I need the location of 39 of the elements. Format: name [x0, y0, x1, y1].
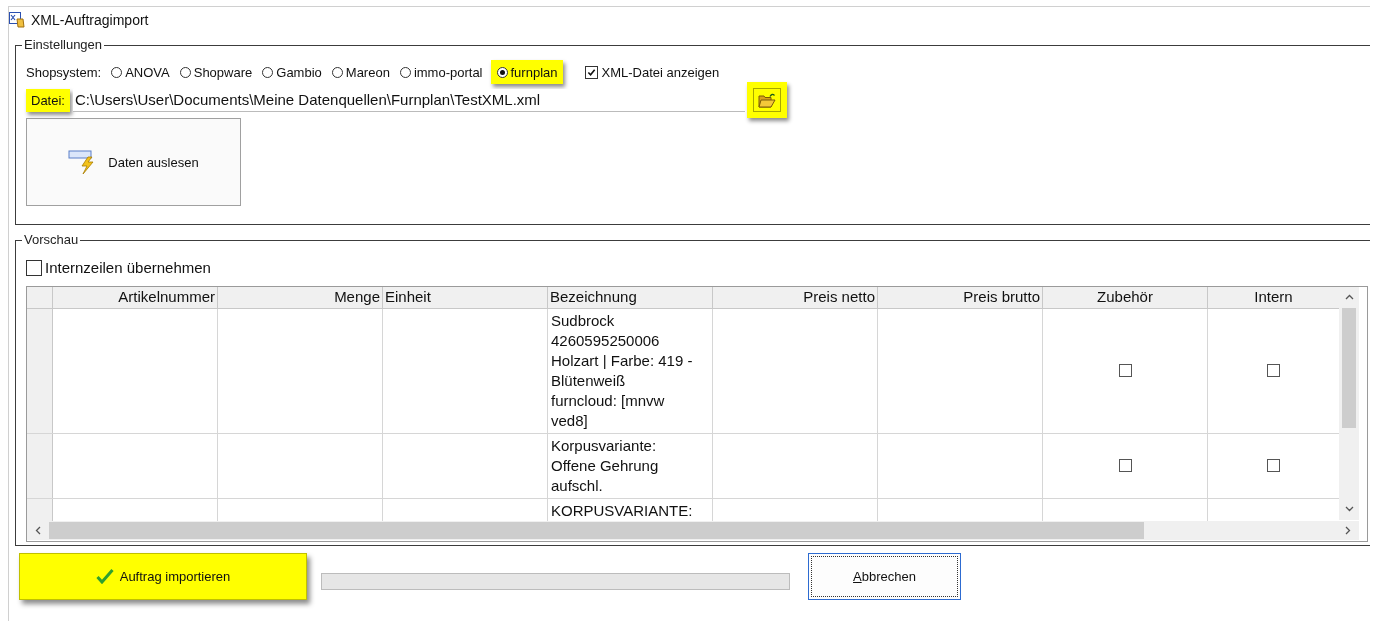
checkbox[interactable]: Internzeilen übernehmen	[26, 259, 211, 276]
folder-icon	[757, 92, 776, 108]
cancel-button[interactable]: Abbrechen	[808, 552, 961, 600]
radio-option[interactable]: ANOVA	[109, 60, 172, 84]
description-cell: Sudbrock 4260595250006 Holzart | Farbe: 419 - Blütenweiß furncloud: [mnvw ved8]	[548, 308, 713, 433]
file-label: Datei:	[26, 88, 70, 112]
scroll-left-icon[interactable]	[35, 525, 41, 535]
radio-option[interactable]: immo-portal	[397, 60, 485, 84]
import-order-button[interactable]: Auftrag importieren	[19, 552, 307, 600]
checkbox[interactable]	[1118, 459, 1132, 472]
checkmark-icon	[587, 67, 597, 77]
radio-option[interactable]: Mareon	[329, 60, 392, 84]
column-header[interactable]: Zubehör	[1043, 286, 1208, 308]
browse-button[interactable]	[746, 82, 787, 118]
column-header[interactable]: Preis brutto	[878, 286, 1043, 308]
vertical-scrollbar[interactable]	[1339, 286, 1359, 520]
column-header[interactable]: Einheit	[383, 286, 548, 308]
checkbox[interactable]	[1267, 459, 1280, 472]
radio-option[interactable]: Gambio	[260, 60, 324, 84]
column-header[interactable]: Bezeichnung	[548, 286, 713, 308]
group-legend: Einstellungen	[22, 37, 105, 53]
shopsystem-label: Shopsystem:	[26, 64, 102, 80]
scroll-right-icon[interactable]	[1345, 525, 1351, 535]
scroll-up-icon[interactable]	[1344, 294, 1354, 300]
scroll-down-icon[interactable]	[1344, 506, 1354, 512]
description-cell: Korpusvariante: Offene Gehrung aufschl.	[548, 433, 713, 498]
radio-option[interactable]: Shopware	[177, 60, 255, 84]
checkbox[interactable]: XML-Datei anzeigen	[585, 64, 720, 80]
app-icon	[9, 12, 25, 28]
checkbox[interactable]	[1118, 364, 1132, 377]
column-header[interactable]: Artikelnummer	[53, 286, 218, 308]
radio-option[interactable]: furnplan	[490, 60, 564, 84]
column-header[interactable]: Preis netto	[713, 286, 878, 308]
column-header[interactable]: Menge	[218, 286, 383, 308]
checkbox[interactable]	[1267, 364, 1280, 377]
checkmark-icon	[95, 568, 114, 584]
window-title: XML-Auftragimport	[31, 12, 149, 28]
read-data-button[interactable]: Daten auslesen	[26, 118, 241, 206]
horizontal-scrollbar[interactable]	[27, 520, 1359, 540]
